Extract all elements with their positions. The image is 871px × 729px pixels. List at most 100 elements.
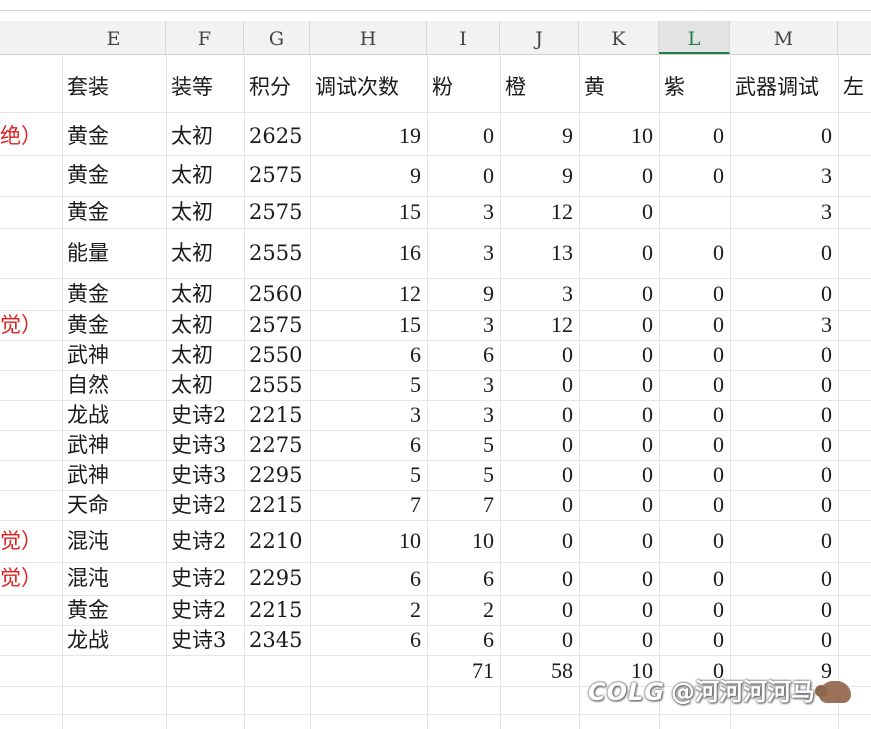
table-cell-h[interactable]: 9 xyxy=(310,155,421,196)
total-cell-j[interactable]: 58 xyxy=(500,656,573,686)
table-cell-e[interactable]: 天命 xyxy=(67,490,109,520)
table-cell-f[interactable]: 史诗3 xyxy=(171,460,226,490)
table-cell-i[interactable]: 3 xyxy=(427,310,494,340)
table-cell-i[interactable]: 7 xyxy=(427,490,494,520)
table-cell-k[interactable]: 0 xyxy=(579,340,653,370)
table-cell-g[interactable]: 2625 xyxy=(249,117,302,155)
table-cell-j[interactable]: 0 xyxy=(500,625,573,655)
table-cell-k[interactable]: 0 xyxy=(579,490,653,520)
table-cell-j[interactable]: 0 xyxy=(500,490,573,520)
table-cell-i[interactable]: 9 xyxy=(427,278,494,310)
table-cell-g[interactable]: 2295 xyxy=(249,460,302,490)
table-cell-g[interactable]: 2575 xyxy=(249,155,302,196)
table-cell-l[interactable]: 0 xyxy=(659,562,724,595)
table-cell-i[interactable]: 3 xyxy=(427,400,494,430)
table-cell-i[interactable]: 6 xyxy=(427,340,494,370)
table-cell-i[interactable]: 2 xyxy=(427,595,494,625)
table-cell-l[interactable]: 0 xyxy=(659,430,724,460)
table-cell-l[interactable]: 0 xyxy=(659,520,724,562)
header-cell-e[interactable]: 套装 xyxy=(67,58,109,116)
table-cell-f[interactable]: 太初 xyxy=(171,310,213,340)
table-cell-j[interactable]: 12 xyxy=(500,310,573,340)
column-header-k[interactable]: K xyxy=(579,21,659,54)
table-cell-m[interactable]: 0 xyxy=(730,562,832,595)
table-cell-l[interactable]: 0 xyxy=(659,460,724,490)
table-cell-f[interactable]: 史诗3 xyxy=(171,625,226,655)
table-cell-k[interactable]: 0 xyxy=(579,430,653,460)
table-cell-f[interactable]: 太初 xyxy=(171,196,213,228)
table-cell-k[interactable]: 0 xyxy=(579,228,653,278)
table-cell-m[interactable]: 0 xyxy=(730,340,832,370)
header-cell-j[interactable]: 橙 xyxy=(505,58,526,116)
table-cell-m[interactable]: 3 xyxy=(730,310,832,340)
table-cell-l[interactable]: 0 xyxy=(659,117,724,155)
header-cell-g[interactable]: 积分 xyxy=(249,58,291,116)
table-cell-h[interactable]: 10 xyxy=(310,520,421,562)
table-cell-g[interactable]: 2575 xyxy=(249,196,302,228)
total-cell-i[interactable]: 71 xyxy=(427,656,494,686)
table-cell-e[interactable]: 龙战 xyxy=(67,625,109,655)
table-cell-e[interactable]: 黄金 xyxy=(67,117,109,155)
table-cell-h[interactable]: 5 xyxy=(310,460,421,490)
table-cell-j[interactable]: 12 xyxy=(500,196,573,228)
table-cell-m[interactable]: 3 xyxy=(730,196,832,228)
table-cell-k[interactable]: 0 xyxy=(579,196,653,228)
table-cell-h[interactable]: 3 xyxy=(310,400,421,430)
table-cell-i[interactable]: 6 xyxy=(427,562,494,595)
table-cell-e[interactable]: 武神 xyxy=(67,340,109,370)
table-cell-k[interactable]: 0 xyxy=(579,460,653,490)
table-cell-h[interactable]: 15 xyxy=(310,310,421,340)
table-cell-i[interactable]: 10 xyxy=(427,520,494,562)
table-cell-e[interactable]: 黄金 xyxy=(67,310,109,340)
header-cell-n[interactable]: 左 xyxy=(843,58,864,116)
table-cell-f[interactable]: 太初 xyxy=(171,155,213,196)
table-cell-i[interactable]: 5 xyxy=(427,430,494,460)
column-header-f[interactable]: F xyxy=(166,21,244,54)
table-cell-m[interactable]: 0 xyxy=(730,595,832,625)
table-cell-m[interactable]: 3 xyxy=(730,155,832,196)
table-cell-l[interactable] xyxy=(659,196,724,228)
table-cell-i[interactable]: 5 xyxy=(427,460,494,490)
table-cell-i[interactable]: 3 xyxy=(427,370,494,400)
table-cell-l[interactable]: 0 xyxy=(659,228,724,278)
header-cell-i[interactable]: 粉 xyxy=(432,58,453,116)
table-cell-j[interactable]: 9 xyxy=(500,117,573,155)
table-cell-l[interactable]: 0 xyxy=(659,310,724,340)
table-cell-f[interactable]: 史诗2 xyxy=(171,400,226,430)
table-cell-e[interactable]: 黄金 xyxy=(67,278,109,310)
table-cell-g[interactable]: 2575 xyxy=(249,310,302,340)
table-cell-j[interactable]: 0 xyxy=(500,340,573,370)
column-header-m[interactable]: M xyxy=(730,21,838,54)
column-header-j[interactable]: J xyxy=(500,21,579,54)
table-cell-m[interactable]: 0 xyxy=(730,460,832,490)
table-cell-h[interactable]: 2 xyxy=(310,595,421,625)
table-cell-i[interactable]: 6 xyxy=(427,625,494,655)
table-cell-g[interactable]: 2560 xyxy=(249,278,302,310)
table-cell-f[interactable]: 史诗2 xyxy=(171,520,226,562)
table-cell-j[interactable]: 0 xyxy=(500,400,573,430)
table-cell-g[interactable]: 2215 xyxy=(249,595,302,625)
table-cell-e[interactable]: 黄金 xyxy=(67,595,109,625)
table-cell-h[interactable]: 19 xyxy=(310,117,421,155)
table-cell-e[interactable]: 自然 xyxy=(67,370,109,400)
table-cell-f[interactable]: 太初 xyxy=(171,278,213,310)
table-cell-e[interactable]: 武神 xyxy=(67,460,109,490)
table-cell-l[interactable]: 0 xyxy=(659,370,724,400)
table-cell-m[interactable]: 0 xyxy=(730,278,832,310)
table-cell-i[interactable]: 3 xyxy=(427,196,494,228)
table-cell-m[interactable]: 0 xyxy=(730,625,832,655)
table-cell-m[interactable]: 0 xyxy=(730,490,832,520)
header-cell-f[interactable]: 装等 xyxy=(171,58,213,116)
table-cell-e[interactable]: 武神 xyxy=(67,430,109,460)
table-cell-l[interactable]: 0 xyxy=(659,625,724,655)
table-cell-l[interactable]: 0 xyxy=(659,490,724,520)
table-cell-h[interactable]: 6 xyxy=(310,562,421,595)
header-cell-k[interactable]: 黄 xyxy=(584,58,605,116)
table-cell-g[interactable]: 2275 xyxy=(249,430,302,460)
table-cell-k[interactable]: 0 xyxy=(579,625,653,655)
table-cell-l[interactable]: 0 xyxy=(659,278,724,310)
table-cell-m[interactable]: 0 xyxy=(730,228,832,278)
table-cell-e[interactable]: 黄金 xyxy=(67,155,109,196)
column-header-e[interactable]: E xyxy=(62,21,166,54)
table-cell-j[interactable]: 3 xyxy=(500,278,573,310)
